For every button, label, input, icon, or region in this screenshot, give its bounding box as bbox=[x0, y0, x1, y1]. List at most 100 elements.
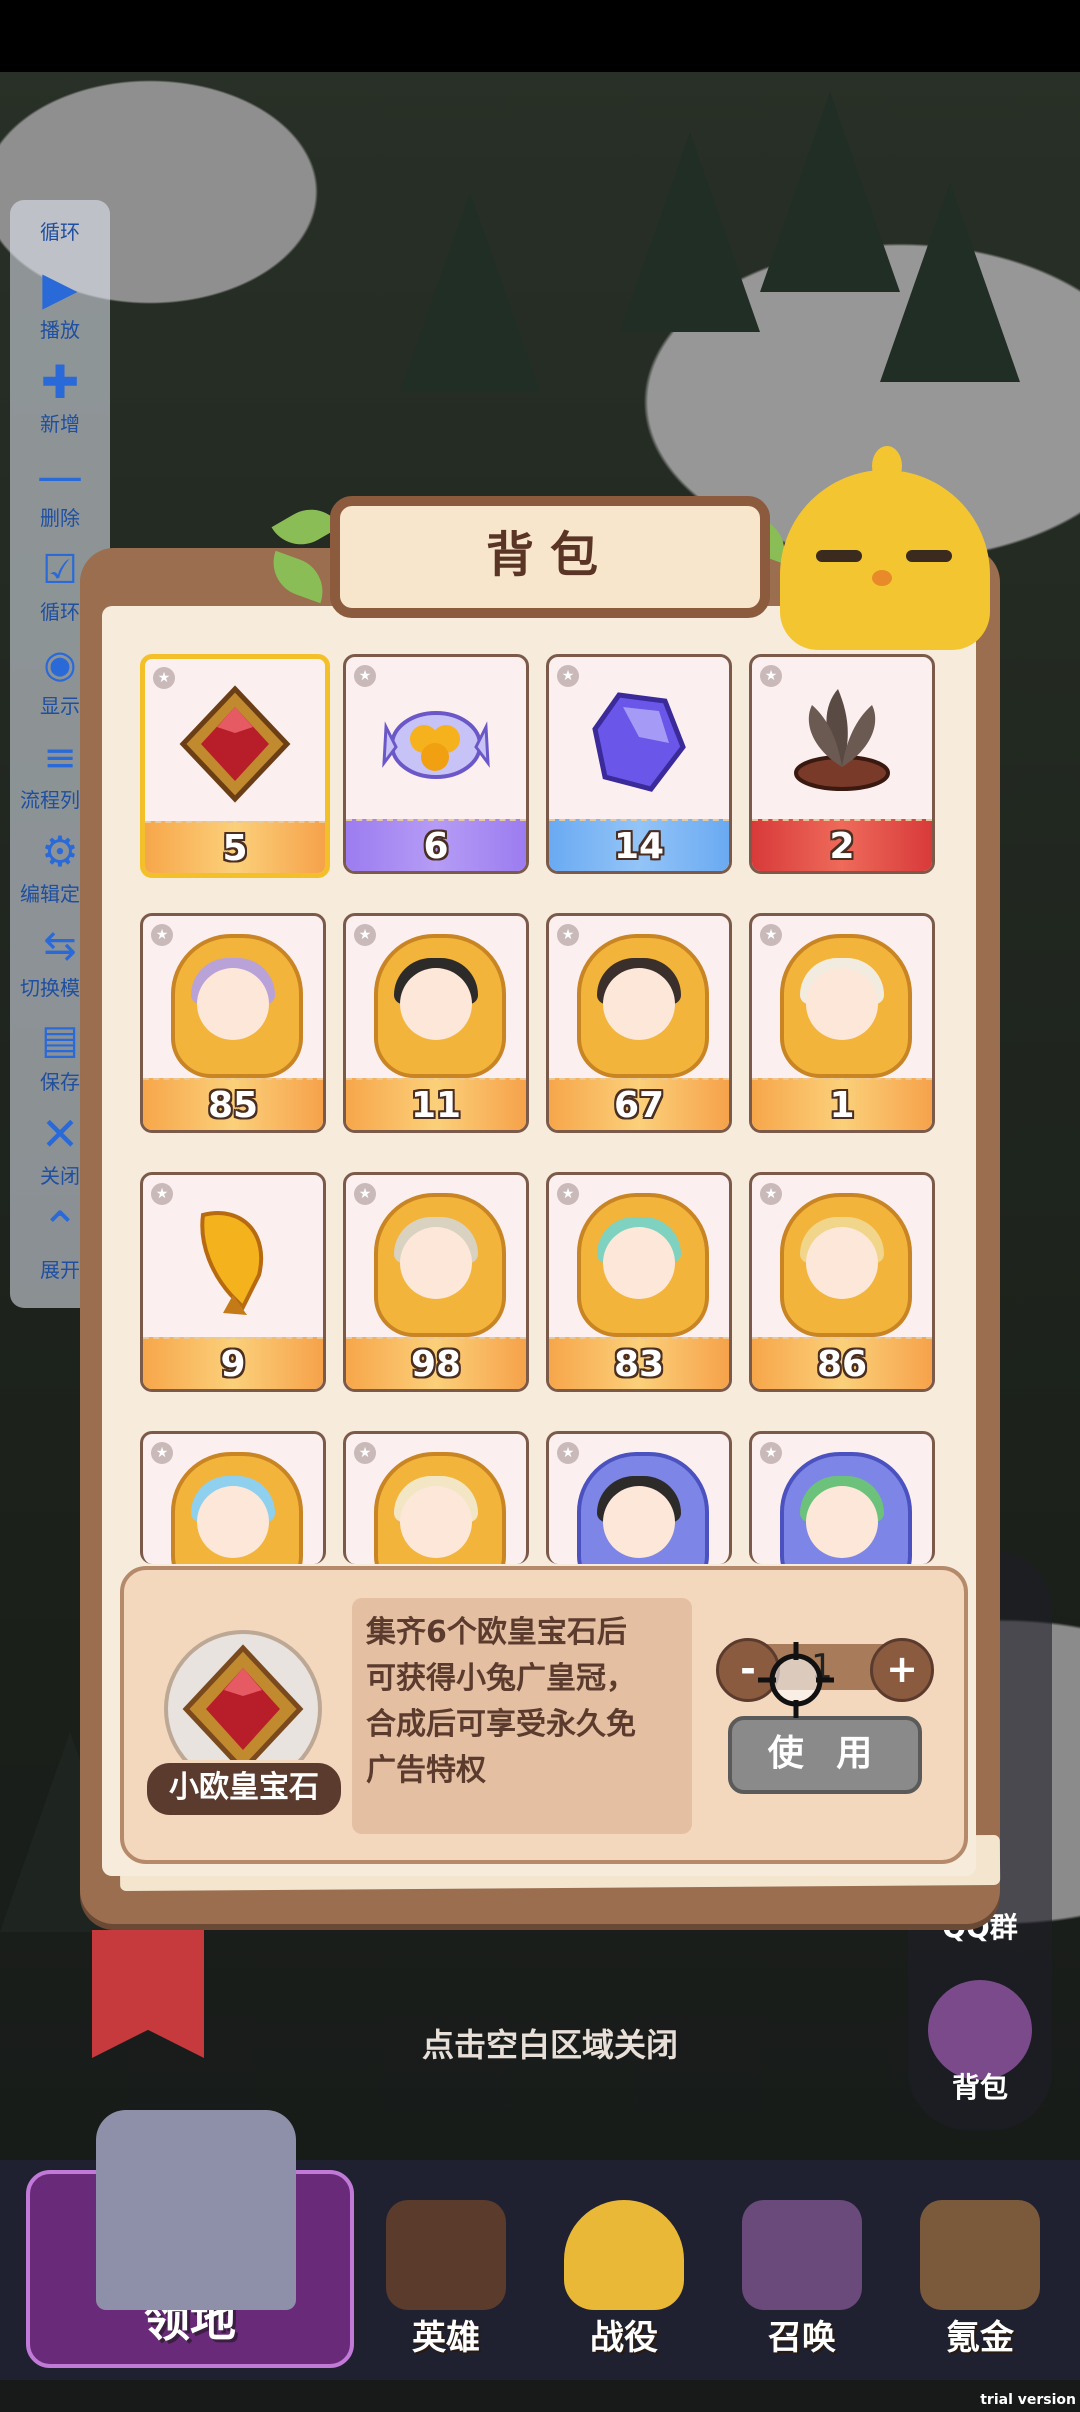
item-card[interactable]: ★ 98 bbox=[343, 1172, 529, 1392]
delete-button[interactable]: — 删除 bbox=[10, 450, 110, 531]
item-count: 5 bbox=[145, 821, 325, 873]
favorite-star-icon: ★ bbox=[354, 1442, 376, 1464]
favorite-star-icon: ★ bbox=[760, 1183, 782, 1205]
item-card[interactable]: ★ bbox=[749, 1431, 935, 1564]
add-label: 新增 bbox=[40, 412, 80, 436]
item-count: 14 bbox=[549, 819, 729, 871]
tab-heroes[interactable]: 英雄 bbox=[366, 2200, 526, 2370]
chick-eye bbox=[816, 550, 862, 562]
chick-beak bbox=[872, 570, 892, 586]
favorite-star-icon: ★ bbox=[557, 924, 579, 946]
item-card[interactable]: ★ 14 bbox=[546, 654, 732, 874]
hero-shard-icon bbox=[577, 1193, 709, 1337]
minus-icon: — bbox=[37, 449, 83, 503]
hero-shard-icon bbox=[780, 1193, 912, 1337]
hero-shard-icon bbox=[374, 1452, 506, 1564]
tab-heroes-label: 英雄 bbox=[412, 2318, 480, 2358]
favorite-star-icon: ★ bbox=[151, 924, 173, 946]
feather-nest-icon bbox=[794, 689, 890, 791]
increase-button[interactable]: + bbox=[870, 1638, 934, 1702]
treasure-chest-icon bbox=[920, 2200, 1040, 2310]
favorite-star-icon: ★ bbox=[557, 665, 579, 687]
plus-icon: ✚ bbox=[40, 355, 80, 409]
summon-altar-icon bbox=[742, 2200, 862, 2310]
item-count: 11 bbox=[346, 1078, 526, 1130]
favorite-star-icon: ★ bbox=[151, 1183, 173, 1205]
red-gem-icon bbox=[179, 685, 291, 803]
backpack-label[interactable]: 背包 bbox=[908, 2066, 1052, 2106]
panel-title: 背包 bbox=[330, 496, 770, 618]
item-card[interactable]: ★ 6 bbox=[343, 654, 529, 874]
use-button[interactable]: 使 用 bbox=[728, 1716, 922, 1794]
add-button[interactable]: ✚ 新增 bbox=[10, 356, 110, 437]
item-card[interactable]: ★ bbox=[140, 1431, 326, 1564]
loop-label: 循环 bbox=[40, 220, 80, 244]
item-card[interactable]: ★ 83 bbox=[546, 1172, 732, 1392]
item-count: 1 bbox=[752, 1078, 932, 1130]
tab-summon-label: 召唤 bbox=[768, 2318, 836, 2358]
hero-shard-icon bbox=[577, 934, 709, 1078]
hero-shard-icon bbox=[780, 934, 912, 1078]
item-count: 9 bbox=[143, 1337, 323, 1389]
item-card[interactable]: ★ 11 bbox=[343, 913, 529, 1133]
close-hint: 点击空白区域关闭 bbox=[421, 2026, 678, 2064]
tab-shop-label: 氪金 bbox=[946, 2318, 1014, 2358]
hero-shard-blue-icon bbox=[577, 1452, 709, 1564]
item-card[interactable]: ★ 85 bbox=[140, 913, 326, 1133]
delete-label: 删除 bbox=[40, 506, 80, 530]
tab-summon[interactable]: 召唤 bbox=[722, 2200, 882, 2370]
description-line: 可获得小兔广皇冠， bbox=[366, 1661, 636, 1696]
description-line: 集齐6个欧皇宝石后 bbox=[366, 1615, 627, 1650]
item-card[interactable]: ★ 67 bbox=[546, 913, 732, 1133]
item-count: 98 bbox=[346, 1337, 526, 1389]
item-card[interactable]: ★ 2 bbox=[749, 654, 935, 874]
item-count: 2 bbox=[752, 819, 932, 871]
gold-feather-icon bbox=[200, 1211, 264, 1315]
favorite-star-icon: ★ bbox=[557, 1442, 579, 1464]
tap-crosshair-icon bbox=[758, 1642, 834, 1718]
chick-eye bbox=[906, 550, 952, 562]
item-description: 集齐6个欧皇宝石后 可获得小兔广皇冠， 合成后可享受永久免 广告特权 bbox=[352, 1598, 692, 1834]
favorite-star-icon: ★ bbox=[153, 667, 175, 689]
item-count: 67 bbox=[549, 1078, 729, 1130]
tab-campaign-label: 战役 bbox=[590, 2318, 658, 2358]
item-detail-box: 小欧皇宝石 集齐6个欧皇宝石后 可获得小兔广皇冠， 合成后可享受永久免 广告特权… bbox=[120, 1566, 968, 1864]
candy-icon bbox=[382, 711, 490, 779]
play-button[interactable]: ▶ 播放 bbox=[10, 262, 110, 343]
favorite-star-icon: ★ bbox=[760, 1442, 782, 1464]
play-icon: ▶ bbox=[42, 261, 78, 315]
item-card[interactable]: ★ bbox=[546, 1431, 732, 1564]
book-icon bbox=[386, 2200, 506, 2310]
chick-tuft bbox=[872, 446, 902, 486]
hero-shard-icon bbox=[171, 934, 303, 1078]
tab-campaign[interactable]: 战役 bbox=[544, 2200, 704, 2370]
hero-shard-icon bbox=[171, 1452, 303, 1564]
item-count: 85 bbox=[143, 1078, 323, 1130]
hero-shard-blue-icon bbox=[780, 1452, 912, 1564]
purple-crystal-icon bbox=[592, 692, 686, 792]
item-card[interactable]: ★ 86 bbox=[749, 1172, 935, 1392]
item-count: 6 bbox=[346, 819, 526, 871]
item-name-label: 小欧皇宝石 bbox=[144, 1760, 344, 1818]
item-card[interactable]: ★ 1 bbox=[749, 913, 935, 1133]
hero-shard-icon bbox=[374, 1193, 506, 1337]
favorite-star-icon: ★ bbox=[151, 1442, 173, 1464]
item-card[interactable]: ★ bbox=[343, 1431, 529, 1564]
castle-icon bbox=[96, 2110, 296, 2310]
play-label: 播放 bbox=[40, 318, 80, 342]
favorite-star-icon: ★ bbox=[354, 665, 376, 687]
item-card[interactable]: ★ 5 bbox=[140, 654, 330, 878]
hero-shard-icon bbox=[374, 934, 506, 1078]
loop-header[interactable]: 循环 bbox=[10, 216, 110, 245]
item-count: 86 bbox=[752, 1337, 932, 1389]
bottom-nav-layer: 领地 英雄 战役 召唤 氪金 bbox=[0, 2110, 1080, 2380]
description-line: 合成后可享受永久免 bbox=[366, 1707, 636, 1742]
item-count: 83 bbox=[549, 1337, 729, 1389]
tab-shop[interactable]: 氪金 bbox=[900, 2200, 1060, 2370]
favorite-star-icon: ★ bbox=[354, 1183, 376, 1205]
favorite-star-icon: ★ bbox=[557, 1183, 579, 1205]
chick-warrior-icon bbox=[564, 2200, 684, 2310]
favorite-star-icon: ★ bbox=[354, 924, 376, 946]
favorite-star-icon: ★ bbox=[760, 665, 782, 687]
item-card[interactable]: ★ 9 bbox=[140, 1172, 326, 1392]
